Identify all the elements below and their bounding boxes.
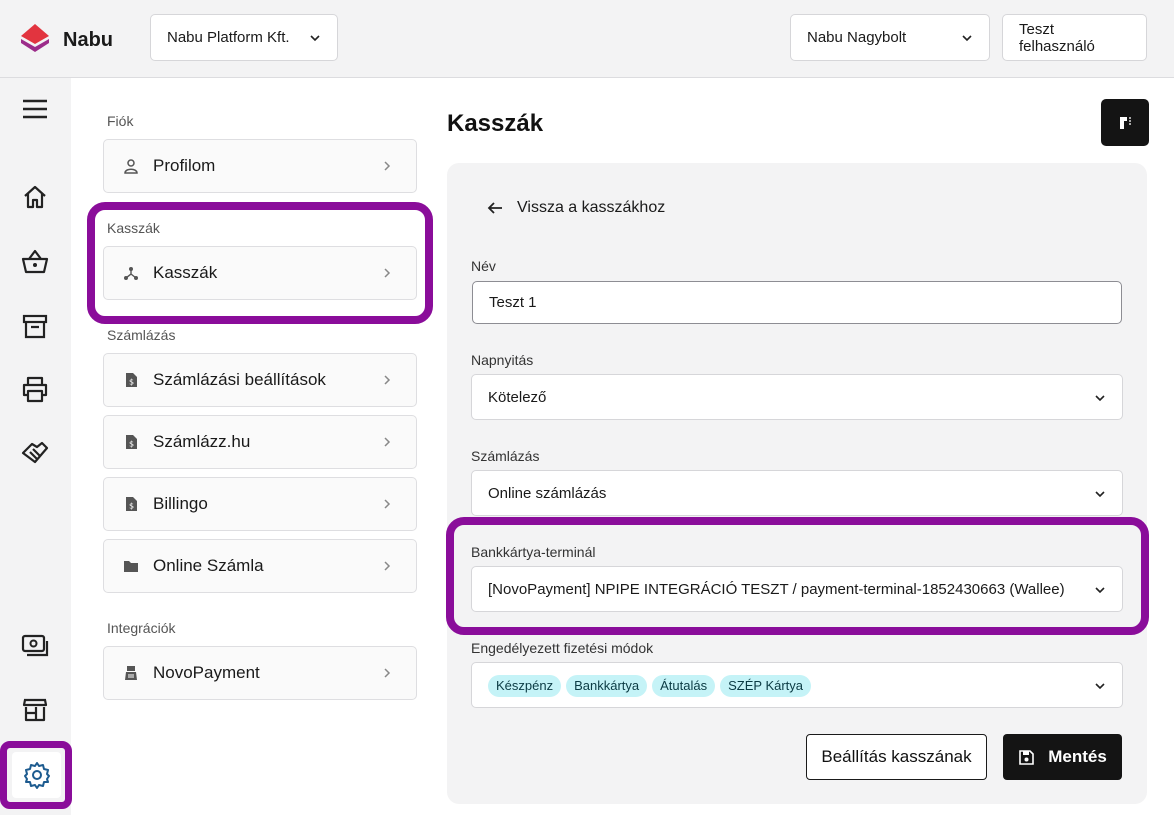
cash-icon[interactable] xyxy=(19,629,51,661)
top-header: Nabu Nabu Platform Kft. Nabu Nagybolt Te… xyxy=(0,0,1174,78)
section-label-account: Fiók xyxy=(107,113,134,129)
save-button[interactable]: Mentés xyxy=(1003,734,1122,780)
chevron-down-icon xyxy=(1095,683,1105,690)
register-settings-button[interactable]: Beállítás kasszának xyxy=(806,734,987,780)
nav-item-label: Online Számla xyxy=(153,556,264,575)
nav-item-novopayment[interactable]: NovoPayment xyxy=(103,646,417,700)
chevron-right-icon xyxy=(384,437,391,447)
page-title: Kasszák xyxy=(447,110,544,137)
billing-select-value: Online számlázás xyxy=(488,484,607,502)
chevron-right-icon xyxy=(384,268,391,278)
chevron-right-icon xyxy=(384,375,391,385)
basket-icon[interactable] xyxy=(19,246,51,278)
printer-icon[interactable] xyxy=(19,373,51,405)
folder-icon xyxy=(122,557,140,575)
register-settings-button-label: Beállítás kasszának xyxy=(821,747,972,766)
invoice-icon: $ xyxy=(122,371,140,389)
nav-item-label: Profilom xyxy=(153,156,216,175)
nav-item-registers[interactable]: Kasszák xyxy=(103,246,417,300)
billing-label: Számlázás xyxy=(471,448,540,464)
chevron-right-icon xyxy=(384,499,391,509)
user-menu-button[interactable]: Teszt felhasználó xyxy=(1002,14,1147,61)
terminal-action-button[interactable] xyxy=(1101,99,1149,146)
chevron-down-icon xyxy=(1095,587,1105,594)
nav-item-label: Kasszák xyxy=(153,263,218,282)
menu-icon[interactable] xyxy=(19,93,51,125)
company-select-value: Nabu Platform Kft. xyxy=(167,29,290,46)
payment-chip-cash[interactable]: Készpénz xyxy=(488,675,562,697)
terminal-select[interactable]: [NovoPayment] NPIPE INTEGRÁCIÓ TESZT / p… xyxy=(471,566,1123,612)
nabu-logo-icon xyxy=(18,22,52,59)
chevron-right-icon xyxy=(384,561,391,571)
payment-methods-label: Engedélyezett fizetési módok xyxy=(471,640,654,656)
back-link[interactable]: Vissza a kasszákhoz xyxy=(486,199,665,217)
section-label-billing: Számlázás xyxy=(107,327,176,343)
section-label-integrations: Integrációk xyxy=(107,620,176,636)
user-icon xyxy=(122,157,140,175)
arrow-left-icon xyxy=(487,202,502,214)
handshake-icon[interactable] xyxy=(19,437,51,469)
name-input[interactable]: Teszt 1 xyxy=(472,281,1122,324)
nav-item-label: Számlázási beállítások xyxy=(153,370,326,389)
nav-item-label: Billingo xyxy=(153,494,208,513)
name-label: Név xyxy=(471,258,496,274)
company-select[interactable]: Nabu Platform Kft. xyxy=(150,14,338,61)
app-logo[interactable]: Nabu xyxy=(18,22,113,59)
store-select[interactable]: Nabu Nagybolt xyxy=(790,14,990,61)
payment-chip-szep[interactable]: SZÉP Kártya xyxy=(720,675,812,697)
chevron-right-icon xyxy=(384,161,391,171)
card-reader-icon xyxy=(1120,116,1131,129)
user-name: Teszt felhasználó xyxy=(1019,20,1095,55)
day-open-label: Napnyitás xyxy=(471,352,534,368)
store-icon[interactable] xyxy=(19,693,51,725)
nav-item-szamlazz[interactable]: $ Számlázz.hu xyxy=(103,415,417,469)
save-button-label: Mentés xyxy=(1048,747,1107,766)
svg-text:$: $ xyxy=(129,440,134,449)
save-icon xyxy=(1019,749,1035,765)
terminal-icon xyxy=(122,664,140,682)
nav-item-billing-settings[interactable]: $ Számlázási beállítások xyxy=(103,353,417,407)
nav-item-billingo[interactable]: $ Billingo xyxy=(103,477,417,531)
store-select-value: Nabu Nagybolt xyxy=(807,29,907,46)
nav-item-label: NovoPayment xyxy=(153,663,260,682)
nav-item-profile[interactable]: Profilom xyxy=(103,139,417,193)
terminal-label: Bankkártya-terminál xyxy=(471,544,596,560)
chevron-right-icon xyxy=(384,668,391,678)
billing-select[interactable]: Online számlázás xyxy=(471,470,1123,516)
section-label-registers: Kasszák xyxy=(107,220,160,236)
nav-item-online-invoice[interactable]: Online Számla xyxy=(103,539,417,593)
invoice-icon: $ xyxy=(122,433,140,451)
back-link-label: Vissza a kasszákhoz xyxy=(517,199,666,216)
home-icon[interactable] xyxy=(19,181,51,213)
payment-chip-transfer[interactable]: Átutalás xyxy=(652,675,716,697)
app-name: Nabu xyxy=(63,29,113,51)
payment-method-chips: Készpénz Bankkártya Átutalás SZÉP Kártya xyxy=(488,675,816,697)
chevron-down-icon xyxy=(1095,491,1105,498)
fork-icon xyxy=(122,264,140,282)
invoice-icon: $ xyxy=(122,495,140,513)
chevron-down-icon xyxy=(1095,395,1105,402)
svg-text:$: $ xyxy=(129,378,134,387)
archive-icon[interactable] xyxy=(19,310,51,342)
chevron-down-icon xyxy=(962,34,972,41)
day-open-select[interactable]: Kötelező xyxy=(471,374,1123,420)
settings-icon[interactable] xyxy=(12,752,61,798)
payment-chip-card[interactable]: Bankkártya xyxy=(566,675,648,697)
nav-item-label: Számlázz.hu xyxy=(153,432,251,451)
svg-text:$: $ xyxy=(129,502,134,511)
chevron-down-icon xyxy=(310,34,320,41)
day-open-select-value: Kötelező xyxy=(488,388,547,406)
name-input-value: Teszt 1 xyxy=(489,294,537,311)
terminal-select-value: [NovoPayment] NPIPE INTEGRÁCIÓ TESZT / p… xyxy=(488,580,1065,598)
